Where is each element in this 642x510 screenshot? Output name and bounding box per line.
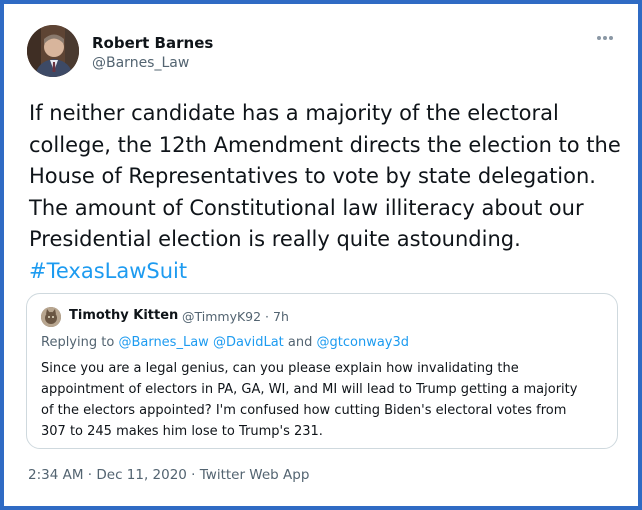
quoted-text-line: of the electors appointed? I'm confused …: [41, 403, 567, 418]
replying-to: Replying to @Barnes_Law @DavidLat and @g…: [41, 335, 409, 350]
more-options-icon[interactable]: [594, 30, 616, 46]
author-avatar[interactable]: [27, 25, 79, 77]
author-name[interactable]: Robert Barnes: [92, 34, 213, 52]
reply-handle-link[interactable]: @gtconway3d: [317, 335, 410, 350]
reply-handle-link[interactable]: @Barnes_Law: [118, 335, 208, 350]
author-handle[interactable]: @Barnes_Law: [92, 55, 189, 71]
reply-handle-link[interactable]: @DavidLat: [213, 335, 284, 350]
quoted-tweet[interactable]: Timothy Kitten @TimmyK92 · 7h Replying t…: [26, 293, 618, 449]
quoted-text-line: 307 to 245 makes him lose to Trump's 231…: [41, 424, 323, 439]
tweet-text-line: The amount of Constitutional law illiter…: [29, 195, 584, 220]
quoted-tweet-text: Since you are a legal genius, can you pl…: [41, 358, 577, 442]
reply-and: and: [283, 335, 317, 350]
hashtag-link[interactable]: #TexasLawSuit: [29, 256, 629, 288]
tweet-timestamp[interactable]: 2:34 AM · Dec 11, 2020 · Twitter Web App: [28, 467, 309, 483]
quoted-text-line: Since you are a legal genius, can you pl…: [41, 361, 519, 376]
tweet-card: Robert Barnes @Barnes_Law If neither can…: [0, 0, 642, 510]
quoted-text-line: appointment of electors in PA, GA, WI, a…: [41, 382, 578, 397]
quoted-author-meta: @TimmyK92 · 7h: [182, 309, 289, 324]
quoted-author-avatar[interactable]: [41, 307, 61, 327]
quoted-author-name[interactable]: Timothy Kitten: [69, 308, 178, 323]
tweet-text-line: House of Representatives to vote by stat…: [29, 164, 596, 188]
tweet-text: If neither candidate has a majority of t…: [29, 98, 629, 287]
tweet-text-line: college, the 12th Amendment directs the …: [29, 132, 621, 157]
tweet-text-line: If neither candidate has a majority of t…: [29, 101, 559, 125]
tweet-text-line: Presidential election is really quite as…: [29, 227, 521, 251]
replying-prefix: Replying to: [41, 335, 119, 350]
